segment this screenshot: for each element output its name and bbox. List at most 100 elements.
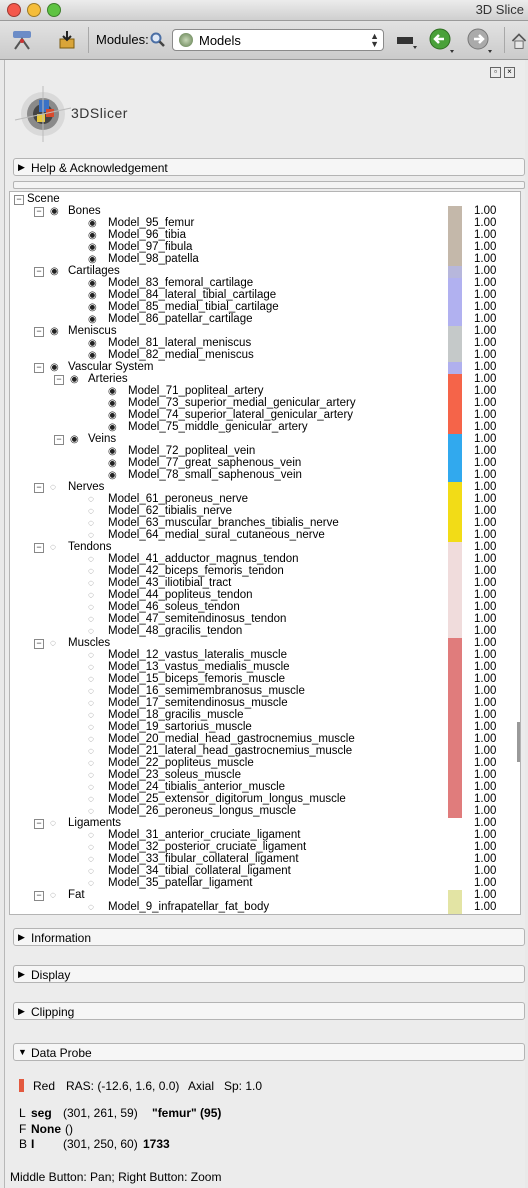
- model-color-swatch[interactable]: [448, 278, 462, 290]
- eye-open-icon[interactable]: ◉: [50, 326, 59, 337]
- collapse-toggle-icon[interactable]: −: [54, 435, 64, 445]
- layout-icon[interactable]: [394, 31, 420, 51]
- model-color-swatch[interactable]: [448, 674, 462, 686]
- eye-closed-icon[interactable]: ◌: [88, 530, 94, 541]
- home-icon[interactable]: [510, 29, 528, 53]
- model-color-swatch[interactable]: [448, 242, 462, 254]
- model-color-swatch[interactable]: [448, 230, 462, 242]
- eye-closed-icon[interactable]: ◌: [88, 758, 94, 769]
- model-color-swatch[interactable]: [448, 362, 462, 374]
- eye-closed-icon[interactable]: ◌: [50, 818, 56, 829]
- collapse-toggle-icon[interactable]: −: [34, 819, 44, 829]
- close-window-button[interactable]: [7, 3, 21, 17]
- model-color-swatch[interactable]: [448, 506, 462, 518]
- eye-open-icon[interactable]: ◉: [88, 242, 97, 253]
- tree-group-row[interactable]: − ◉ Vascular System 1.00: [10, 361, 520, 374]
- zoom-window-button[interactable]: [47, 3, 61, 17]
- model-color-swatch[interactable]: [448, 290, 462, 302]
- eye-open-icon[interactable]: ◉: [88, 314, 97, 325]
- eye-closed-icon[interactable]: ◌: [88, 566, 94, 577]
- eye-closed-icon[interactable]: ◌: [88, 830, 94, 841]
- eye-open-icon[interactable]: ◉: [70, 434, 79, 445]
- tree-model-row[interactable]: ◌ Model_21_lateral_head_gastrocnemius_mus…: [10, 745, 520, 758]
- eye-closed-icon[interactable]: ◌: [50, 482, 56, 493]
- model-color-swatch[interactable]: [448, 782, 462, 794]
- model-color-swatch[interactable]: [448, 710, 462, 722]
- forward-icon[interactable]: [466, 28, 494, 54]
- collapse-toggle-icon[interactable]: −: [34, 267, 44, 277]
- model-color-swatch[interactable]: [448, 218, 462, 230]
- model-color-swatch[interactable]: [448, 794, 462, 806]
- model-color-swatch[interactable]: [448, 530, 462, 542]
- tree-group-row[interactable]: − ◌ Nerves 1.00: [10, 481, 520, 494]
- eye-closed-icon[interactable]: ◌: [88, 506, 94, 517]
- tree-model-row[interactable]: ◌ Model_44_popliteus_tendon 1.00: [10, 589, 520, 602]
- eye-closed-icon[interactable]: ◌: [88, 578, 94, 589]
- collapse-toggle-icon[interactable]: −: [34, 483, 44, 493]
- model-color-swatch[interactable]: [448, 266, 462, 278]
- eye-open-icon[interactable]: ◉: [108, 398, 117, 409]
- search-icon[interactable]: [149, 31, 167, 49]
- collapse-toggle-icon[interactable]: −: [34, 363, 44, 373]
- eye-closed-icon[interactable]: ◌: [88, 878, 94, 889]
- model-color-swatch[interactable]: [448, 446, 462, 458]
- collapse-toggle-icon[interactable]: −: [34, 207, 44, 217]
- eye-open-icon[interactable]: ◉: [88, 278, 97, 289]
- eye-closed-icon[interactable]: ◌: [50, 638, 56, 649]
- model-color-swatch[interactable]: [448, 566, 462, 578]
- model-color-swatch[interactable]: [448, 482, 462, 494]
- tree-model-row[interactable]: ◉ Model_85_medial_tibial_cartilage 1.00: [10, 301, 520, 314]
- tree-model-row[interactable]: ◉ Model_97_fibula 1.00: [10, 241, 520, 254]
- model-color-swatch[interactable]: [448, 890, 462, 902]
- eye-closed-icon[interactable]: ◌: [50, 890, 56, 901]
- collapse-toggle-icon[interactable]: −: [34, 639, 44, 649]
- eye-open-icon[interactable]: ◉: [88, 230, 97, 241]
- model-color-swatch[interactable]: [448, 518, 462, 530]
- eye-closed-icon[interactable]: ◌: [88, 614, 94, 625]
- model-color-swatch[interactable]: [448, 350, 462, 362]
- tree-model-row[interactable]: ◌ Model_43_iliotibial_tract 1.00: [10, 577, 520, 590]
- model-opacity-value[interactable]: 1.00: [474, 901, 496, 914]
- eye-closed-icon[interactable]: ◌: [88, 602, 94, 613]
- model-color-swatch[interactable]: [448, 614, 462, 626]
- eye-open-icon[interactable]: ◉: [50, 206, 59, 217]
- tree-group-row[interactable]: − ◉ Meniscus 1.00: [10, 325, 520, 338]
- eye-closed-icon[interactable]: ◌: [88, 902, 94, 913]
- model-color-swatch[interactable]: [448, 206, 462, 218]
- tree-model-row[interactable]: ◉ Model_95_femur 1.00: [10, 217, 520, 230]
- eye-open-icon[interactable]: ◉: [70, 374, 79, 385]
- eye-closed-icon[interactable]: ◌: [88, 626, 94, 637]
- eye-closed-icon[interactable]: ◌: [88, 746, 94, 757]
- tree-model-row[interactable]: ◌ Model_42_biceps_femoris_tendon 1.00: [10, 565, 520, 578]
- tree-group-row[interactable]: − ◉ Bones 1.00: [10, 205, 520, 218]
- minimize-window-button[interactable]: [27, 3, 41, 17]
- model-color-swatch[interactable]: [448, 422, 462, 434]
- model-color-swatch[interactable]: [448, 638, 462, 650]
- model-color-swatch[interactable]: [448, 758, 462, 770]
- model-color-swatch[interactable]: [448, 554, 462, 566]
- collapse-toggle-icon[interactable]: −: [34, 543, 44, 553]
- model-color-swatch[interactable]: [448, 770, 462, 782]
- eye-closed-icon[interactable]: ◌: [88, 650, 94, 661]
- model-color-swatch[interactable]: [448, 326, 462, 338]
- model-color-swatch[interactable]: [448, 626, 462, 638]
- section-data-probe[interactable]: ▼ Data Probe: [13, 1043, 525, 1061]
- tree-model-row[interactable]: ◉ Model_75_middle_genicular_artery 1.00: [10, 421, 520, 434]
- model-color-swatch[interactable]: [448, 542, 462, 554]
- eye-open-icon[interactable]: ◉: [50, 266, 59, 277]
- eye-closed-icon[interactable]: ◌: [88, 674, 94, 685]
- tree-model-row[interactable]: ◌ Model_9_infrapatellar_fat_body 1.00: [10, 901, 520, 914]
- eye-closed-icon[interactable]: ◌: [88, 686, 94, 697]
- tree-scrollbar[interactable]: [517, 722, 520, 762]
- eye-closed-icon[interactable]: ◌: [88, 494, 94, 505]
- model-color-swatch[interactable]: [448, 410, 462, 422]
- section-display[interactable]: ▶ Display: [13, 965, 525, 983]
- dicom-icon[interactable]: [10, 28, 34, 52]
- model-color-swatch[interactable]: [448, 650, 462, 662]
- back-icon[interactable]: [428, 28, 456, 54]
- save-icon[interactable]: [56, 28, 78, 52]
- model-color-swatch[interactable]: [448, 470, 462, 482]
- model-color-swatch[interactable]: [448, 254, 462, 266]
- module-selector[interactable]: Models ▲ ▼: [172, 29, 384, 51]
- section-clipping[interactable]: ▶ Clipping: [13, 1002, 525, 1020]
